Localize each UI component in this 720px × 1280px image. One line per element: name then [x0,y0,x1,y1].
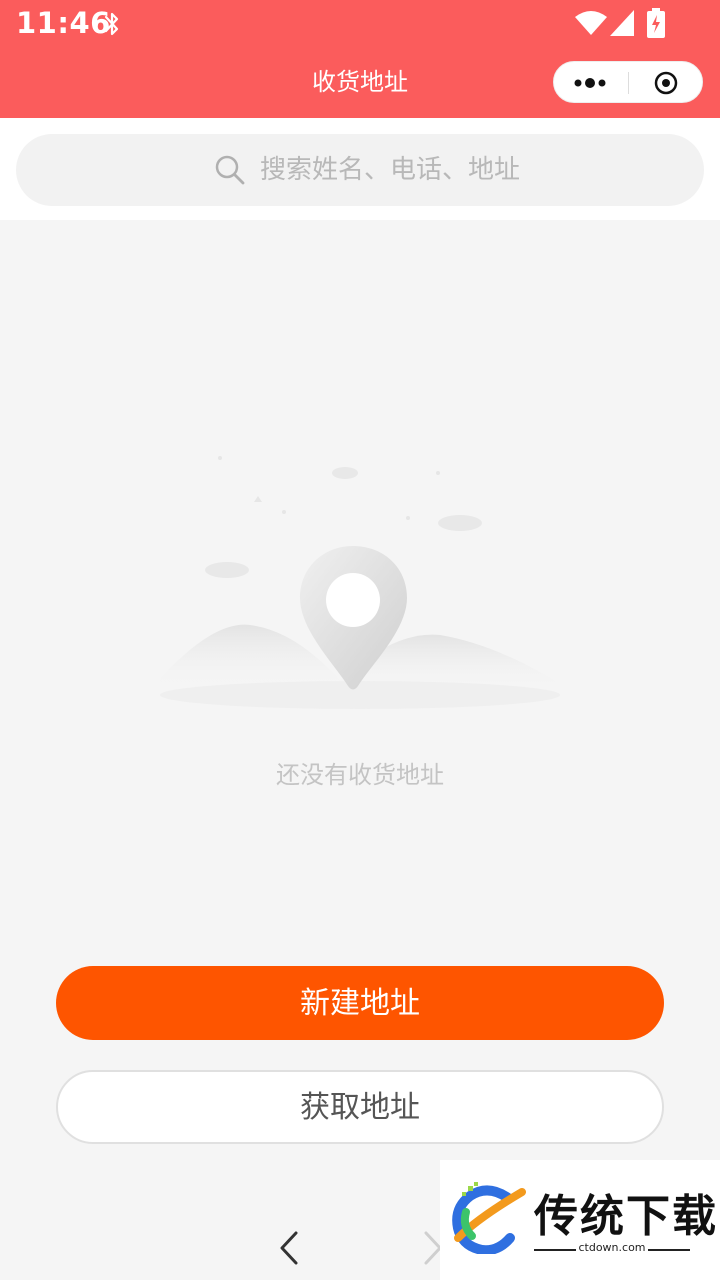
status-time: 11:46 [16,6,111,40]
watermark-line-left [534,1249,576,1251]
signal-icon [610,10,634,36]
fetch-address-button[interactable]: 获取地址 [56,1070,664,1144]
search-placeholder: 搜索姓名、电话、地址 [260,155,521,185]
map-pin-illustration [150,456,570,709]
back-arrow-icon[interactable] [276,1230,302,1266]
new-address-button[interactable]: 新建地址 [56,966,664,1040]
mini-program-capsule [553,61,703,103]
header: 11:46 收货地址 [0,0,720,118]
address-page: 11:46 收货地址 搜索姓名、电话、地址 还没有收货地址 新建地址 获取地址 … [0,0,720,1280]
battery-charging-icon [647,8,665,38]
bluetooth-icon [104,12,119,36]
search-bar: 搜索姓名、电话、地址 [0,118,720,220]
more-dots-icon[interactable] [572,72,608,94]
watermark-logo-icon [452,1182,526,1254]
empty-message: 还没有收货地址 [276,761,444,789]
wifi-icon [575,11,607,35]
search-icon [215,155,245,185]
watermark-line-right [648,1249,690,1251]
capsule-divider [628,72,629,94]
watermark-title: 传统下载 [534,1191,718,1242]
watermark-subtitle: ctdown.com [578,1241,646,1254]
search-input[interactable]: 搜索姓名、电话、地址 [16,134,704,206]
watermark: 传统下载 ctdown.com [440,1160,720,1280]
target-icon[interactable] [654,71,678,95]
